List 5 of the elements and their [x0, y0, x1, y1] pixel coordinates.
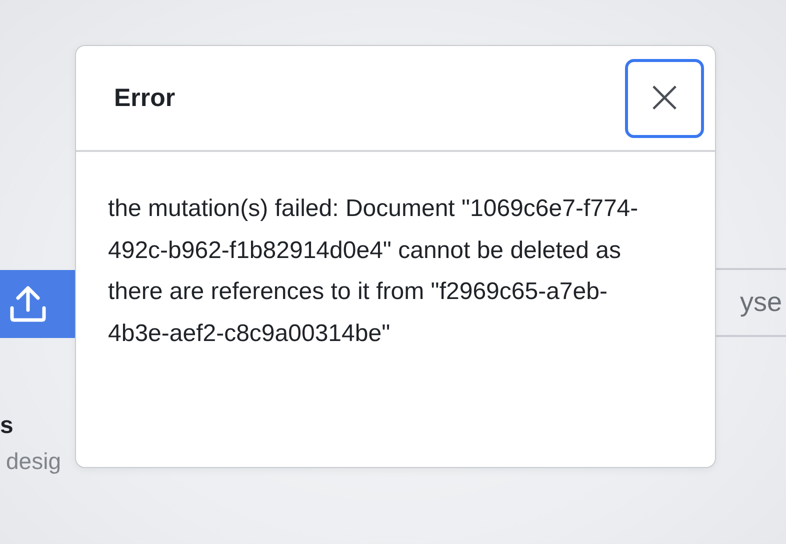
- dialog-title: Error: [114, 84, 176, 112]
- error-message: the mutation(s) failed: Document "1069c6e7-f774-492c-b962-f1b82914d0e4" cannot be deleted as there are references to it from "f2969c65-a7eb-4b3e-aef2-c8c9a00314be": [108, 194, 640, 348]
- section-title: s: [0, 412, 14, 440]
- section-subtitle: desig: [6, 448, 61, 475]
- close-button[interactable]: ×: [625, 58, 704, 138]
